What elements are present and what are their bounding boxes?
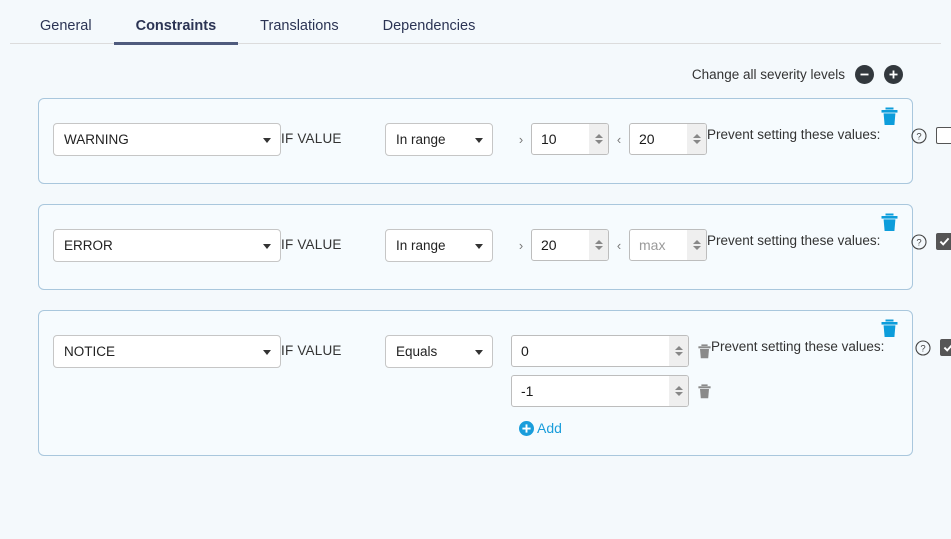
help-icon[interactable]: ? <box>915 340 931 356</box>
equals-value-row <box>511 335 711 367</box>
svg-text:?: ? <box>916 131 921 142</box>
min-value-field <box>531 123 609 155</box>
severity-select-cell: WARNING <box>53 113 281 156</box>
stepper-down-icon <box>675 392 683 396</box>
stepper-up-icon <box>675 346 683 350</box>
constraint-card: NOTICE IF VALUE Equals <box>38 310 913 456</box>
equals-value-stepper[interactable] <box>669 336 688 366</box>
tab-general[interactable]: General <box>18 19 114 45</box>
if-value-label: IF VALUE <box>281 219 385 252</box>
severity-select[interactable]: ERROR <box>53 229 281 262</box>
stepper-down-icon <box>595 246 603 250</box>
add-value-button[interactable]: Add <box>519 420 562 436</box>
help-icon[interactable]: ? <box>911 128 927 144</box>
equals-value-input[interactable] <box>511 375 689 407</box>
help-icon[interactable]: ? <box>911 234 927 250</box>
greater-than-symbol: › <box>511 238 531 253</box>
tab-dependencies[interactable]: Dependencies <box>361 19 498 45</box>
delete-constraint-icon[interactable] <box>881 107 898 126</box>
operator-select-cell: In range <box>385 113 493 156</box>
if-value-label: IF VALUE <box>281 113 385 146</box>
constraint-values: › ‹ <box>493 113 707 155</box>
prevent-setting-checkbox[interactable] <box>940 339 951 356</box>
max-value-field <box>629 123 707 155</box>
add-value-label: Add <box>537 420 562 436</box>
delete-constraint-icon[interactable] <box>881 213 898 232</box>
plus-circle-icon <box>519 421 534 436</box>
tab-translations[interactable]: Translations <box>238 19 360 45</box>
tab-constraints[interactable]: Constraints <box>114 19 239 45</box>
prevent-setting-checkbox[interactable] <box>936 127 951 144</box>
prevent-setting-checkbox[interactable] <box>936 233 951 250</box>
delete-value-icon[interactable] <box>698 384 711 399</box>
constraint-card-list: WARNING IF VALUE In range › <box>0 98 951 456</box>
severity-select[interactable]: WARNING <box>53 123 281 156</box>
svg-text:?: ? <box>920 343 925 354</box>
equals-value-input[interactable] <box>511 335 689 367</box>
prevent-toggle-group: ? <box>911 219 951 250</box>
stepper-up-icon <box>693 134 701 138</box>
equals-value-field <box>511 335 689 367</box>
stepper-up-icon <box>675 386 683 390</box>
delete-value-icon[interactable] <box>698 344 711 359</box>
min-value-stepper[interactable] <box>589 124 608 154</box>
stepper-up-icon <box>595 134 603 138</box>
tab-bar: General Constraints Translations Depende… <box>0 0 951 44</box>
greater-than-symbol: › <box>511 132 531 147</box>
severity-select-cell: ERROR <box>53 219 281 262</box>
operator-select[interactable]: Equals <box>385 335 493 368</box>
severity-select[interactable]: NOTICE <box>53 335 281 368</box>
svg-text:?: ? <box>916 237 921 248</box>
severity-select-cell: NOTICE <box>53 325 281 368</box>
delete-constraint-icon[interactable] <box>881 319 898 338</box>
constraint-values: Add <box>493 325 711 441</box>
max-value-field <box>629 229 707 261</box>
operator-select[interactable]: In range <box>385 123 493 156</box>
stepper-down-icon <box>693 140 701 144</box>
equals-value-stepper[interactable] <box>669 376 688 406</box>
equals-value-list <box>511 335 711 407</box>
stepper-down-icon <box>675 352 683 356</box>
equals-value-row <box>511 375 711 407</box>
operator-select[interactable]: In range <box>385 229 493 262</box>
change-all-severity-levels-bar: Change all severity levels <box>0 50 951 98</box>
minus-circle-icon[interactable] <box>855 65 874 84</box>
operator-select-cell: Equals <box>385 325 493 368</box>
less-than-symbol: ‹ <box>609 132 629 147</box>
constraint-card: ERROR IF VALUE In range › <box>38 204 913 290</box>
min-value-stepper[interactable] <box>589 230 608 260</box>
constraint-values: › ‹ <box>493 219 707 261</box>
stepper-up-icon <box>693 240 701 244</box>
max-value-stepper[interactable] <box>687 124 706 154</box>
stepper-down-icon <box>693 246 701 250</box>
prevent-toggle-group: ? <box>915 325 951 356</box>
prevent-toggle-group: ? <box>911 113 951 144</box>
max-value-stepper[interactable] <box>687 230 706 260</box>
less-than-symbol: ‹ <box>609 238 629 253</box>
change-all-severity-levels-label: Change all severity levels <box>692 67 845 82</box>
stepper-down-icon <box>595 140 603 144</box>
if-value-label: IF VALUE <box>281 325 385 358</box>
plus-circle-icon[interactable] <box>884 65 903 84</box>
constraint-card: WARNING IF VALUE In range › <box>38 98 913 184</box>
stepper-up-icon <box>595 240 603 244</box>
min-value-field <box>531 229 609 261</box>
equals-value-field <box>511 375 689 407</box>
operator-select-cell: In range <box>385 219 493 262</box>
